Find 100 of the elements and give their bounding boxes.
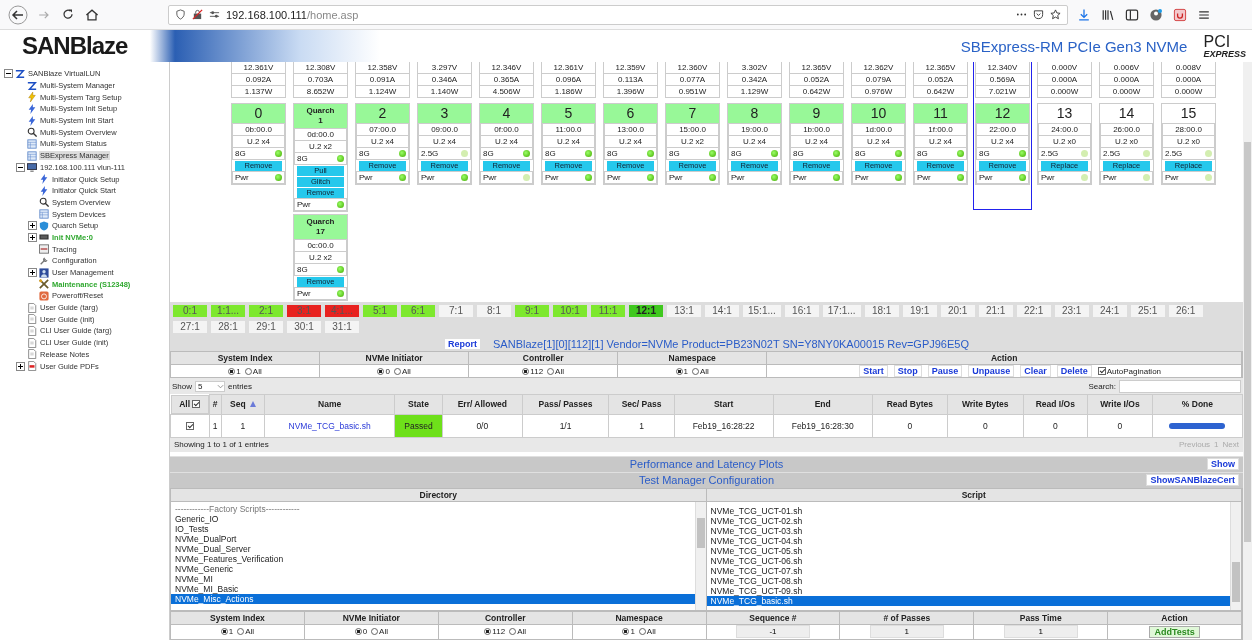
expander-toggle[interactable]: [28, 221, 37, 231]
page-size-select[interactable]: 5: [195, 380, 225, 392]
radio-option[interactable]: All: [371, 627, 388, 636]
action-button[interactable]: Stop: [893, 365, 922, 377]
quarch-slot-header[interactable]: Quarch 1: [294, 104, 347, 129]
list-item[interactable]: NVMe_Misc_Actions: [171, 593, 695, 604]
port-tab[interactable]: 9:1: [514, 304, 550, 318]
radio-option[interactable]: All: [692, 366, 709, 376]
list-item[interactable]: NVMe_Features_Verification: [171, 553, 695, 564]
quarch-slot-header[interactable]: Quarch 17: [294, 215, 347, 240]
column-header[interactable]: Write Bytes: [947, 394, 1024, 414]
port-tab[interactable]: 25:1: [1129, 304, 1166, 318]
radio-option[interactable]: 112: [522, 366, 544, 376]
slot-number[interactable]: 3: [418, 104, 471, 124]
port-tab[interactable]: 21:1: [977, 304, 1014, 318]
slot-number[interactable]: 0: [232, 104, 285, 124]
input-field[interactable]: 1: [1003, 625, 1078, 638]
port-tab[interactable]: 11:1: [590, 304, 626, 318]
permissions-icon[interactable]: [209, 9, 220, 20]
column-header[interactable]: Sec/ Pass: [608, 394, 675, 414]
port-tab[interactable]: 12:1: [628, 304, 664, 318]
radio-option[interactable]: 0: [377, 366, 390, 376]
list-item[interactable]: NVMe_TCG_UCT-04.sh: [706, 535, 1230, 546]
pocket-icon[interactable]: [1033, 9, 1044, 20]
list-item[interactable]: NVMe_TCG_UCT-03.sh: [706, 525, 1230, 536]
search-field[interactable]: [1119, 379, 1241, 393]
radio-option[interactable]: All: [237, 627, 255, 636]
port-tab[interactable]: 20:1: [939, 304, 976, 318]
scrollbar[interactable]: [694, 501, 706, 610]
column-header[interactable]: End: [773, 394, 873, 414]
port-tab[interactable]: 5:1: [362, 304, 398, 318]
column-header[interactable]: Seq: [221, 394, 265, 414]
list-item[interactable]: ------------Factory Scripts------------: [171, 503, 695, 514]
list-item[interactable]: NVMe_Dual_Server: [171, 543, 695, 554]
port-tab[interactable]: 17:1...: [821, 304, 862, 318]
report-button[interactable]: Report: [444, 337, 482, 350]
slot-number[interactable]: 12: [976, 104, 1029, 124]
scrollbar[interactable]: [1230, 501, 1241, 610]
port-tab[interactable]: 31:1: [324, 320, 360, 334]
port-tab[interactable]: 29:1: [248, 320, 284, 334]
script-list[interactable]: NVMe_TCG_UCT-01.sh NVMe_TCG_UCT-02.sh NVMe_TCG_UCT-03.sh NVMe_TCG_UCT-04.sh NVMe_TCG_UCT-05.sh NVMe_TCG_UCT-06.sh NVMe_TCG_UCT-07.sh NVMe_TCG_UCT-08.sh NVMe_TCG_UCT-09.sh NVMe_TCG_basic.sh: [706, 501, 1241, 610]
row-checkbox[interactable]: [185, 422, 194, 431]
list-item[interactable]: NVMe_TCG_UCT-09.sh: [706, 585, 1230, 596]
list-item[interactable]: NVMe_TCG_UCT-07.sh: [706, 565, 1230, 576]
star-icon[interactable]: [1050, 9, 1061, 20]
port-tab[interactable]: 14:1: [704, 304, 740, 318]
list-item[interactable]: NVMe_MI: [171, 573, 695, 584]
port-tab[interactable]: 24:1: [1091, 304, 1128, 318]
expander-toggle[interactable]: [28, 268, 37, 278]
port-tab[interactable]: 6:1: [400, 304, 436, 318]
radio-option[interactable]: All: [638, 627, 656, 636]
insecure-lock-icon[interactable]: [192, 9, 203, 20]
action-button[interactable]: Start: [859, 365, 888, 377]
port-tab[interactable]: 30:1: [286, 320, 322, 334]
column-header[interactable]: Name: [264, 394, 395, 414]
list-item[interactable]: NVMe_TCG_UCT-05.sh: [706, 545, 1230, 556]
radio-option[interactable]: All: [393, 366, 411, 376]
action-button[interactable]: Pause: [927, 365, 963, 377]
list-item[interactable]: Generic_IO: [171, 513, 695, 524]
radio-option[interactable]: 1: [220, 627, 234, 636]
slot-number[interactable]: 7: [666, 104, 719, 124]
expander-toggle[interactable]: [28, 232, 37, 242]
port-tab[interactable]: 26:1: [1167, 304, 1204, 318]
radio-option[interactable]: 112: [484, 627, 506, 636]
slot-number[interactable]: 10: [852, 104, 905, 124]
action-button[interactable]: Clear: [1020, 365, 1051, 377]
input-field[interactable]: 1: [869, 625, 944, 638]
account-icon[interactable]: [1148, 6, 1164, 23]
input-field[interactable]: -1: [735, 625, 810, 638]
add-tests-button[interactable]: AddTests: [1149, 625, 1200, 638]
radio-option[interactable]: All: [509, 627, 526, 636]
radio-option[interactable]: 1: [675, 366, 688, 376]
slot-number[interactable]: 9: [790, 104, 843, 124]
port-tab[interactable]: 19:1: [901, 304, 938, 318]
column-header[interactable]: Start: [674, 394, 774, 414]
radio-option[interactable]: All: [244, 366, 262, 376]
port-tab[interactable]: 27:1: [172, 320, 208, 334]
action-button[interactable]: Unpause: [968, 365, 1015, 377]
port-tab[interactable]: 0:1: [172, 304, 208, 318]
slot-number[interactable]: 11: [914, 104, 967, 124]
slot-number[interactable]: 4: [480, 104, 533, 124]
column-header[interactable]: Write I/Os: [1087, 394, 1153, 414]
sort-icon[interactable]: [249, 401, 256, 408]
expander-toggle[interactable]: [16, 162, 25, 172]
action-button[interactable]: Delete: [1056, 365, 1092, 377]
extension-icon[interactable]: [1172, 6, 1188, 23]
expander-toggle[interactable]: [16, 361, 25, 371]
port-tab[interactable]: 7:1: [438, 304, 474, 318]
shield-icon[interactable]: [175, 9, 186, 20]
radio-option[interactable]: 1: [228, 366, 241, 376]
page-scrollbar[interactable]: [1243, 62, 1252, 640]
slot-number[interactable]: 2: [356, 104, 409, 124]
back-icon[interactable]: [8, 4, 28, 25]
port-tab[interactable]: 10:1: [552, 304, 588, 318]
radio-option[interactable]: All: [547, 366, 564, 376]
column-header[interactable]: Err/ Allowed: [442, 394, 523, 414]
port-tab[interactable]: 16:1: [783, 304, 820, 318]
port-tab[interactable]: 22:1: [1015, 304, 1052, 318]
list-item[interactable]: NVMe_Generic: [171, 563, 695, 574]
address-bar[interactable]: 192.168.100.111/home.asp: [168, 4, 1068, 25]
